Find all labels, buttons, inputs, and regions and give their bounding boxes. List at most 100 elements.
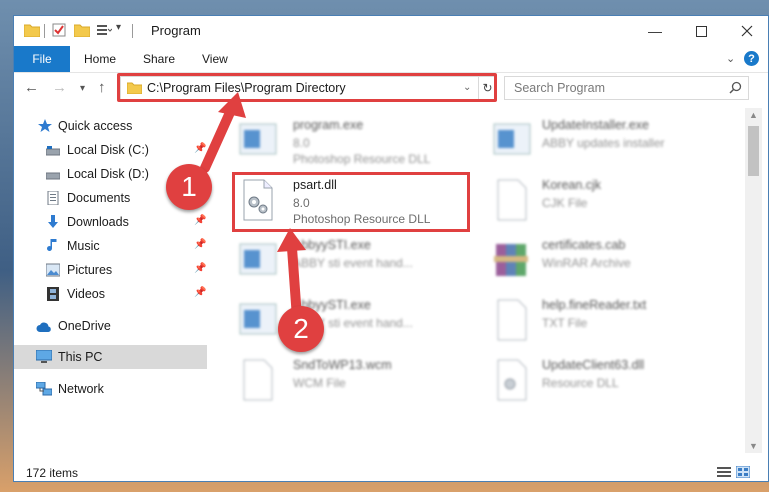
file-detail: WinRAR Archive	[542, 256, 631, 270]
forward-arrow-icon[interactable]: →	[52, 79, 67, 96]
minimize-icon: —	[648, 23, 662, 39]
scroll-up-icon[interactable]: ▲	[749, 110, 758, 120]
minimize-button[interactable]: —	[632, 16, 678, 46]
new-folder-icon[interactable]	[74, 23, 90, 37]
document-icon	[47, 191, 59, 205]
sidebar-item-this-pc[interactable]: This PC	[14, 345, 207, 369]
text-file-icon	[497, 299, 527, 341]
file-item-certificates-cab[interactable]: certificates.cab WinRAR Archive	[492, 232, 732, 292]
window-title: Program	[151, 23, 201, 38]
file-detail: CJK File	[542, 196, 588, 210]
exe-file-icon	[239, 243, 277, 275]
chevron-down-icon[interactable]: ▾	[116, 22, 121, 33]
sidebar-item-downloads[interactable]: Downloads 📌	[14, 210, 207, 234]
search-input[interactable]: Search Program	[504, 76, 749, 100]
item-count: 172 items	[26, 466, 79, 480]
file-name: certificates.cab	[542, 238, 626, 252]
file-item-abbyysti-2[interactable]: AbbyySTI.exe ABBY sti event hand...	[238, 292, 478, 352]
file-item-help-txt[interactable]: help.fineReader.txt TXT File	[492, 292, 732, 352]
pin-icon[interactable]: 📌	[194, 239, 206, 250]
file-name: UpdateClient63.dll	[542, 358, 645, 372]
download-arrow-icon	[48, 215, 58, 228]
cloud-icon	[36, 322, 51, 332]
sidebar-item-label: Pictures	[67, 263, 113, 277]
file-detail: Resource DLL	[542, 376, 619, 390]
separator	[132, 24, 133, 38]
file-highlight-box	[232, 172, 470, 232]
blank-file-icon	[497, 179, 527, 221]
pin-icon[interactable]: 📌	[194, 263, 206, 274]
sidebar-item-videos[interactable]: Videos 📌	[14, 282, 207, 306]
navigation-bar: ← → ▾ ↑ C:\Program Files\Program Directo…	[14, 73, 768, 105]
file-item-korean-cjk[interactable]: Korean.cjk CJK File	[492, 172, 732, 232]
maximize-icon	[695, 25, 707, 37]
winrar-archive-icon	[494, 244, 528, 276]
sidebar-item-label: Downloads	[67, 215, 129, 229]
sidebar-item-label: Documents	[67, 191, 131, 205]
search-placeholder: Search Program	[514, 81, 606, 95]
customize-toolbar-icon[interactable]	[96, 23, 112, 37]
scroll-down-icon[interactable]: ▼	[749, 441, 758, 451]
properties-icon[interactable]	[52, 23, 66, 37]
drive-icon	[46, 172, 60, 180]
search-icon[interactable]	[729, 81, 742, 94]
sidebar-item-network[interactable]: Network	[14, 377, 207, 401]
sidebar-item-music[interactable]: Music 📌	[14, 234, 207, 258]
file-detail: 8.0	[293, 136, 310, 150]
sidebar-item-label: Local Disk (D:)	[67, 167, 149, 181]
sidebar-item-pictures[interactable]: Pictures 📌	[14, 258, 207, 282]
pin-icon[interactable]: 📌	[194, 287, 206, 298]
music-note-icon	[47, 239, 57, 251]
title-bar: ▾ Program —	[14, 16, 768, 46]
star-icon	[38, 119, 52, 132]
tab-file[interactable]: File	[14, 46, 70, 72]
file-name: UpdateInstaller.exe	[542, 118, 650, 132]
tab-share[interactable]: Share	[143, 52, 175, 66]
details-view-icon[interactable]	[717, 466, 731, 478]
monitor-icon	[36, 350, 52, 363]
pin-icon[interactable]: 📌	[194, 215, 206, 226]
file-name: AbbyySTI.exe	[293, 238, 371, 252]
close-button[interactable]	[724, 16, 768, 46]
file-name: Korean.cjk	[542, 178, 602, 192]
file-item-program-exe[interactable]: program.exe 8.0 Photoshop Resource DLL	[238, 112, 478, 172]
sidebar-item-label: OneDrive	[58, 319, 111, 333]
file-name: help.fineReader.txt	[542, 298, 647, 312]
drive-icon	[46, 146, 60, 156]
back-arrow-icon[interactable]: ←	[24, 79, 39, 96]
sidebar-item-label: This PC	[58, 350, 103, 364]
file-detail: ABBY updates installer	[542, 136, 665, 150]
sidebar-item-label: Network	[58, 382, 104, 396]
sidebar-item-onedrive[interactable]: OneDrive	[14, 314, 207, 338]
file-item-updateclient63[interactable]: UpdateClient63.dll Resource DLL	[492, 352, 732, 412]
file-detail: TXT File	[542, 316, 588, 330]
recent-locations-chevron-icon[interactable]: ▾	[80, 83, 85, 94]
sidebar-item-label: Videos	[67, 287, 105, 301]
file-list: program.exe 8.0 Photoshop Resource DLL U…	[224, 108, 744, 453]
close-icon	[741, 25, 753, 37]
sidebar-item-local-disk-c[interactable]: Local Disk (C:) 📌	[14, 138, 207, 162]
file-type: Photoshop Resource DLL	[293, 152, 431, 166]
exe-file-icon	[239, 123, 277, 155]
large-icons-view-icon[interactable]	[736, 466, 750, 478]
file-item-sndtowp13[interactable]: SndToWP13.wcm WCM File	[238, 352, 478, 412]
sidebar-item-label: Music	[67, 239, 100, 253]
file-item-updateinstaller[interactable]: UpdateInstaller.exe ABBY updates install…	[492, 112, 732, 172]
file-name: SndToWP13.wcm	[293, 358, 392, 372]
expand-ribbon-chevron-icon[interactable]: ⌄	[726, 52, 735, 65]
help-icon[interactable]: ?	[744, 51, 759, 66]
sidebar-item-quick-access[interactable]: Quick access	[14, 114, 207, 138]
navigation-pane: Quick access Local Disk (C:) 📌 Local Dis…	[14, 108, 207, 453]
maximize-button[interactable]	[678, 16, 724, 46]
file-item-abbyysti[interactable]: AbbyySTI.exe ABBY sti event hand...	[238, 232, 478, 292]
pin-icon[interactable]: 📌	[194, 143, 206, 154]
vertical-scrollbar[interactable]: ▲ ▼	[745, 108, 762, 453]
address-highlight-box	[117, 73, 497, 102]
up-arrow-icon[interactable]: ↑	[98, 79, 106, 96]
tab-home[interactable]: Home	[84, 52, 116, 66]
file-name: program.exe	[293, 118, 364, 132]
sidebar-item-label: Quick access	[58, 119, 133, 133]
tab-view[interactable]: View	[202, 52, 228, 66]
exe-file-icon	[493, 123, 531, 155]
scroll-thumb[interactable]	[748, 126, 759, 176]
